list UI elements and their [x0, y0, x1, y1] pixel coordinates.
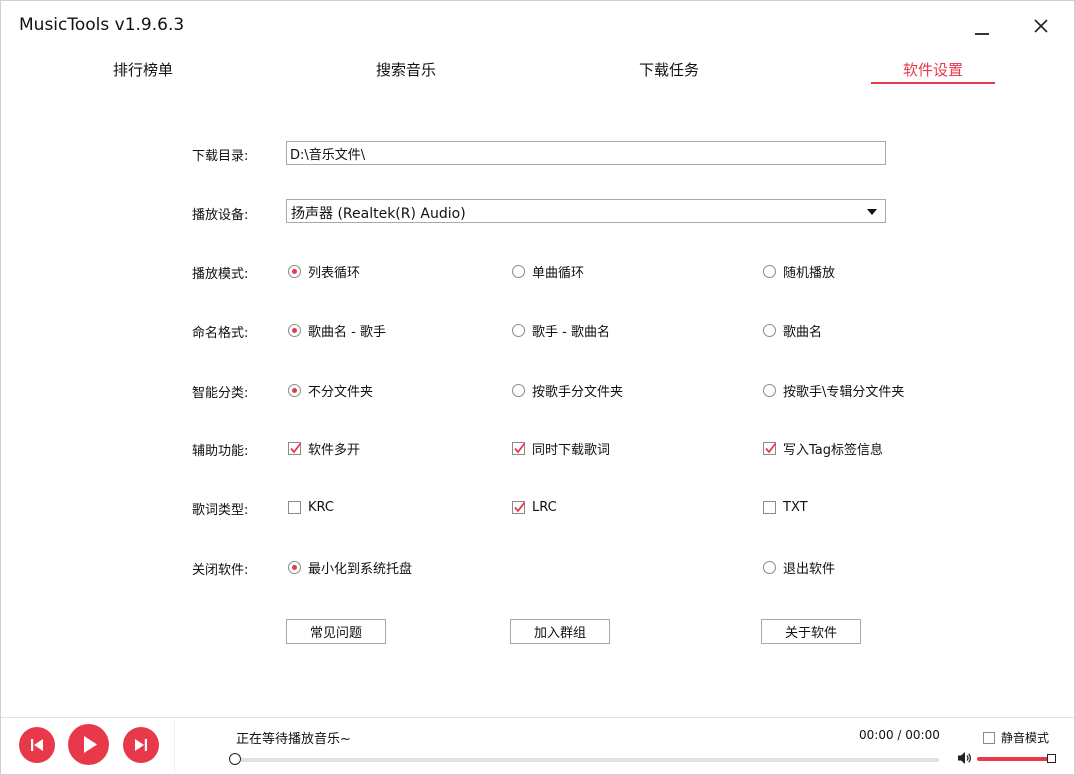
option-label: 按歌手分文件夹 [532, 384, 624, 400]
checkmark-icon [514, 442, 526, 453]
now-playing-text: 正在等待播放音乐~ [236, 732, 351, 747]
join-group-button[interactable]: 加入群组 [510, 619, 610, 644]
smart-sort-label: 智能分类: [192, 386, 249, 401]
sort-by-artist-album[interactable]: 按歌手\专辑分文件夹 [763, 381, 905, 400]
play-device-select[interactable]: 扬声器 (Realtek(R) Audio) [286, 199, 886, 223]
checkbox[interactable] [512, 441, 526, 455]
volume-thumb[interactable] [1047, 754, 1056, 763]
option-label: 歌曲名 [783, 324, 823, 340]
minimize-button[interactable] [967, 11, 997, 41]
checkbox[interactable] [512, 500, 526, 514]
checkbox[interactable] [288, 441, 302, 455]
tab-downloads[interactable]: 下载任务 [609, 59, 729, 87]
assist-label: 辅助功能: [192, 444, 249, 459]
checkbox[interactable] [763, 500, 776, 514]
option-label: 歌手 - 歌曲名 [532, 324, 610, 340]
option-label: 最小化到系统托盘 [308, 561, 413, 577]
checkmark-icon [290, 442, 302, 453]
play-button[interactable] [68, 724, 109, 765]
checkmark-icon [765, 442, 777, 453]
option-label: 写入Tag标签信息 [783, 442, 884, 458]
option-label: 按歌手\专辑分文件夹 [783, 384, 905, 400]
title-bar: MusicTools v1.9.6.3 [1, 1, 1074, 49]
faq-button[interactable]: 常见问题 [286, 619, 386, 644]
play-icon [84, 736, 97, 753]
option-label: 列表循环 [308, 265, 361, 281]
close-icon [1034, 19, 1048, 33]
radio-button[interactable] [763, 323, 776, 337]
naming-song-artist[interactable]: 歌曲名 - 歌手 [288, 321, 386, 340]
option-label: 退出软件 [783, 561, 836, 577]
radio-button[interactable] [512, 264, 525, 278]
checkbox[interactable] [983, 731, 995, 744]
progress-thumb[interactable] [229, 753, 241, 765]
option-label: TXT [783, 499, 808, 515]
radio-button[interactable] [763, 560, 776, 574]
divider [174, 720, 175, 773]
download-dir-input[interactable] [286, 141, 886, 165]
mute-mode-toggle[interactable]: 静音模式 [983, 729, 1049, 746]
next-icon [135, 739, 147, 751]
option-label: 软件多开 [308, 442, 361, 458]
assist-write-tag[interactable]: 写入Tag标签信息 [763, 439, 884, 458]
lyric-lrc[interactable]: LRC [512, 498, 557, 516]
speaker-icon[interactable] [957, 750, 973, 766]
option-label: 同时下载歌词 [532, 442, 611, 458]
tab-search[interactable]: 搜索音乐 [346, 59, 466, 87]
radio-button[interactable] [763, 383, 776, 397]
option-label: 随机播放 [783, 265, 836, 281]
previous-icon [31, 739, 43, 751]
sort-no-folder[interactable]: 不分文件夹 [288, 381, 374, 400]
time-display: 00:00 / 00:00 [859, 728, 940, 742]
mute-mode-label: 静音模式 [1001, 731, 1050, 745]
play-mode-single-loop[interactable]: 单曲循环 [512, 262, 585, 281]
minimize-icon [975, 33, 989, 35]
lyric-type-label: 歌词类型: [192, 503, 249, 518]
checkbox[interactable] [763, 441, 777, 455]
checkmark-icon [514, 501, 526, 512]
assist-multi-instance[interactable]: 软件多开 [288, 439, 361, 458]
volume-slider[interactable] [977, 757, 1049, 761]
sort-by-artist[interactable]: 按歌手分文件夹 [512, 381, 624, 400]
radio-button[interactable] [288, 264, 301, 278]
app-window: MusicTools v1.9.6.3 排行榜单 搜索音乐 下载任务 软件设置 … [0, 0, 1075, 775]
active-tab-indicator [871, 82, 995, 84]
about-button[interactable]: 关于软件 [761, 619, 861, 644]
player-bar: 正在等待播放音乐~ 00:00 / 00:00 静音模式 [1, 717, 1074, 774]
close-exit[interactable]: 退出软件 [763, 558, 836, 577]
dropdown-arrow-icon [867, 209, 877, 215]
play-mode-list-loop[interactable]: 列表循环 [288, 262, 361, 281]
tab-charts[interactable]: 排行榜单 [83, 59, 203, 87]
radio-button[interactable] [763, 264, 776, 278]
next-button[interactable] [123, 727, 159, 763]
option-label: KRC [308, 499, 334, 515]
lyric-krc[interactable]: KRC [288, 498, 334, 516]
naming-song-only[interactable]: 歌曲名 [763, 321, 823, 340]
close-action-label: 关闭软件: [192, 563, 249, 578]
play-mode-label: 播放模式: [192, 267, 249, 282]
option-label: 单曲循环 [532, 265, 585, 281]
play-mode-shuffle[interactable]: 随机播放 [763, 262, 836, 281]
naming-format-label: 命名格式: [192, 326, 249, 341]
radio-button[interactable] [512, 383, 525, 397]
play-device-label: 播放设备: [192, 208, 249, 223]
close-button[interactable] [1027, 11, 1057, 41]
radio-button[interactable] [512, 323, 525, 337]
option-label: 歌曲名 - 歌手 [308, 324, 386, 340]
previous-button[interactable] [19, 727, 55, 763]
app-title: MusicTools v1.9.6.3 [19, 15, 185, 35]
download-dir-label: 下载目录: [192, 149, 249, 164]
progress-bar[interactable] [239, 758, 939, 762]
naming-artist-song[interactable]: 歌手 - 歌曲名 [512, 321, 610, 340]
radio-button[interactable] [288, 383, 301, 397]
close-minimize-tray[interactable]: 最小化到系统托盘 [288, 558, 413, 577]
play-device-value: 扬声器 (Realtek(R) Audio) [291, 206, 466, 222]
checkbox[interactable] [288, 500, 301, 514]
radio-button[interactable] [288, 323, 301, 337]
lyric-txt[interactable]: TXT [763, 498, 808, 516]
option-label: 不分文件夹 [308, 384, 374, 400]
assist-download-lyrics[interactable]: 同时下载歌词 [512, 439, 611, 458]
option-label: LRC [532, 499, 557, 515]
radio-button[interactable] [288, 560, 301, 574]
